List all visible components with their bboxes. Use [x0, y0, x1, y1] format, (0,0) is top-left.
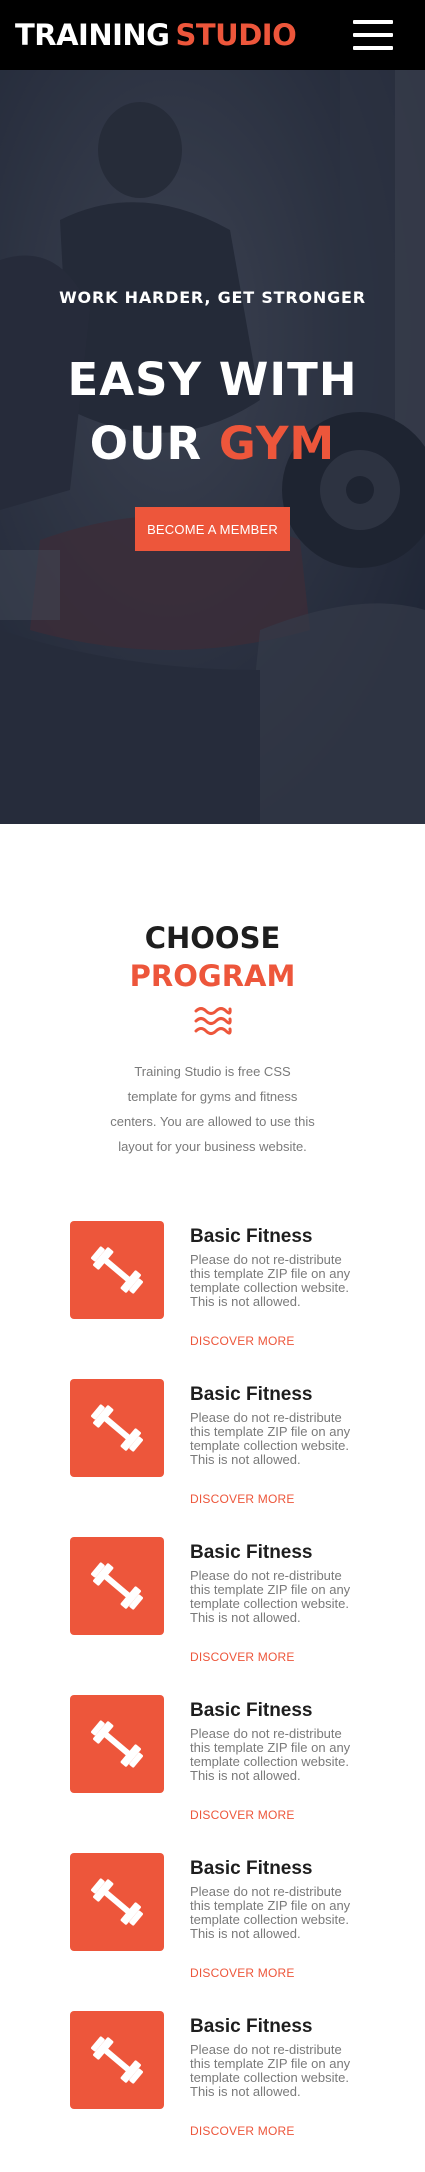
hero-title: EASY WITH OUR GYM — [0, 348, 425, 476]
dumbbell-icon — [91, 1246, 143, 1294]
feature-text: Please do not re-distribute this templat… — [190, 1726, 351, 1783]
feature-item: Basic Fitness Please do not re-distribut… — [70, 1379, 370, 1519]
discover-more-link[interactable]: DISCOVER MORE — [190, 1492, 295, 1506]
feature-icon-box — [70, 1695, 164, 1793]
feature-text: Please do not re-distribute this templat… — [190, 1410, 351, 1467]
feature-text: Please do not re-distribute this templat… — [190, 1884, 351, 1941]
feature-item: Basic Fitness Please do not re-distribut… — [70, 2011, 370, 2151]
site-logo[interactable]: TRAINING STUDIO — [15, 18, 297, 52]
feature-icon-box — [70, 1537, 164, 1635]
discover-more-link[interactable]: DISCOVER MORE — [190, 1808, 295, 1822]
section-heading-accent: PROGRAM — [129, 959, 296, 993]
hero-title-line-1: EASY WITH — [67, 353, 358, 406]
feature-item: Basic Fitness Please do not re-distribut… — [70, 1221, 370, 1361]
hamburger-menu-icon[interactable] — [353, 20, 393, 50]
hamburger-line — [353, 46, 393, 50]
dumbbell-icon — [91, 1562, 143, 1610]
hero-title-accent: GYM — [218, 417, 336, 470]
feature-icon-box — [70, 2011, 164, 2109]
feature-title: Basic Fitness — [190, 1384, 313, 1405]
feature-text: Please do not re-distribute this templat… — [190, 1568, 351, 1625]
feature-title: Basic Fitness — [190, 1858, 313, 1879]
feature-title: Basic Fitness — [190, 1226, 313, 1247]
feature-item: Basic Fitness Please do not re-distribut… — [70, 1537, 370, 1677]
feature-text: Please do not re-distribute this templat… — [190, 1252, 351, 1309]
discover-more-link[interactable]: DISCOVER MORE — [190, 1650, 295, 1664]
feature-text: Please do not re-distribute this templat… — [190, 2042, 351, 2099]
section-description: Training Studio is free CSS template for… — [110, 1064, 315, 1154]
feature-title: Basic Fitness — [190, 2016, 313, 2037]
waves-icon — [194, 1007, 232, 1035]
dumbbell-icon — [91, 2036, 143, 2084]
discover-more-link[interactable]: DISCOVER MORE — [190, 2124, 295, 2138]
feature-title: Basic Fitness — [190, 1700, 313, 1721]
site-header: TRAINING STUDIO — [0, 0, 425, 70]
feature-icon-box — [70, 1221, 164, 1319]
become-member-button[interactable]: BECOME A MEMBER — [135, 507, 290, 551]
discover-more-link[interactable]: DISCOVER MORE — [190, 1334, 295, 1348]
section-heading: CHOOSE PROGRAM — [0, 919, 425, 995]
feature-icon-box — [70, 1379, 164, 1477]
dumbbell-icon — [91, 1404, 143, 1452]
feature-icon-box — [70, 1853, 164, 1951]
feature-item: Basic Fitness Please do not re-distribut… — [70, 1853, 370, 1993]
hamburger-line — [353, 20, 393, 24]
hero-title-word: OUR — [89, 417, 203, 470]
dumbbell-icon — [91, 1720, 143, 1768]
hamburger-line — [353, 33, 393, 37]
logo-main-text: TRAINING — [15, 18, 170, 52]
logo-accent-text: STUDIO — [175, 18, 297, 52]
hero-subtitle: WORK HARDER, GET STRONGER — [59, 288, 366, 307]
feature-item: Basic Fitness Please do not re-distribut… — [70, 1695, 370, 1835]
hero-title-line-2: OUR GYM — [0, 412, 425, 476]
dumbbell-icon — [91, 1878, 143, 1926]
discover-more-link[interactable]: DISCOVER MORE — [190, 1966, 295, 1980]
hero-banner: WORK HARDER, GET STRONGER EASY WITH OUR … — [0, 70, 425, 824]
feature-title: Basic Fitness — [190, 1542, 313, 1563]
section-heading-text: CHOOSE — [144, 921, 281, 955]
